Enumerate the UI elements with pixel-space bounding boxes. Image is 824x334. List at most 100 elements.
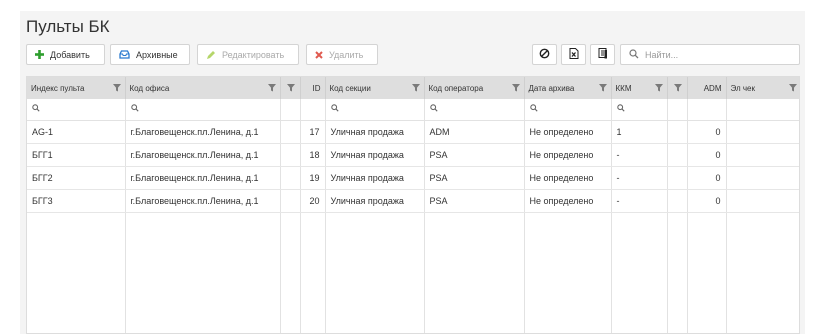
column-header[interactable]: Эл чек [726,77,799,99]
search-icon [32,104,40,114]
column-header[interactable]: Код офиса [125,77,281,99]
column-header-label: Код офиса [129,83,170,93]
column-header-label: Эл чек [730,83,756,93]
table-cell [667,120,688,144]
table-cell: 0 [687,143,727,167]
table-cell: Не определено [524,166,612,190]
table-cell: PSA [424,189,525,213]
table-cell: Не определено [524,189,612,213]
filter-row [27,99,799,121]
filter-icon[interactable] [286,84,295,94]
column-header-label: Код секции [329,83,371,93]
filter-icon[interactable] [267,84,276,94]
table-cell: г.Благовещенск.пл.Ленина, д.1 [125,120,281,144]
table-row[interactable]: AG-1 г.Благовещенск.пл.Ленина, д.1 17 Уличн… [27,120,799,144]
filter-icon[interactable] [112,84,121,94]
filter-cell[interactable] [27,99,126,121]
table-cell [667,143,688,167]
column-chooser-button[interactable] [590,44,615,65]
empty-cell [667,212,688,333]
column-header-label: Индекс пульта [31,83,85,93]
excel-icon [569,48,579,61]
filter-icon[interactable] [598,84,607,94]
table-row[interactable]: БГГ3 г.Благовещенск.пл.Ленина, д.1 20 Уличн… [27,189,799,213]
close-icon [315,50,323,59]
column-header[interactable]: Индекс пульта [27,77,126,99]
table-cell [667,189,688,213]
column-header[interactable]: Код секции [325,77,425,99]
search-box[interactable] [620,44,800,65]
consoles-table: Индекс пульта Код офиса ID Код секции Код оп… [27,77,799,333]
export-excel-button[interactable] [561,44,586,65]
column-header-label: ККМ [615,83,632,93]
header-row: Индекс пульта Код офиса ID Код секции Код оп… [27,77,799,99]
column-header[interactable]: ID [300,77,326,99]
filter-icon[interactable] [511,84,520,94]
clear-filter-button[interactable] [532,44,557,65]
filter-icon[interactable] [788,84,797,94]
column-header-label: Дата архива [528,83,575,93]
empty-cell [280,212,301,333]
filter-cell[interactable] [726,99,799,121]
table-cell [726,120,799,144]
table-cell [280,120,301,144]
plus-icon [35,50,44,59]
empty-cell [726,212,799,333]
column-header[interactable]: ADM [687,77,727,99]
edit-button[interactable]: Редактировать [197,44,299,65]
archive-button[interactable]: Архивные [110,44,190,65]
table-cell: PSA [424,166,525,190]
column-header[interactable] [280,77,301,99]
column-header-label: ADM [703,83,722,93]
search-input[interactable] [645,49,795,60]
filter-cell[interactable] [667,99,688,121]
table-cell: - [611,189,668,213]
column-header-label: ID [312,83,321,93]
empty-cell [125,212,281,333]
column-header[interactable]: Дата архива [524,77,612,99]
search-icon [616,104,625,114]
filter-icon[interactable] [654,84,663,94]
table-cell: - [611,166,668,190]
table-cell: PSA [424,143,525,167]
filter-icon[interactable] [673,84,682,94]
ban-icon [539,48,550,61]
filter-cell[interactable] [280,99,301,121]
table-cell: Не определено [524,143,612,167]
column-header[interactable]: Код оператора [424,77,525,99]
column-header[interactable] [667,77,688,99]
filter-cell[interactable] [125,99,281,121]
search-icon [529,104,538,114]
table-cell: 0 [687,120,727,144]
table-cell [726,166,799,190]
search-icon [629,48,639,61]
table-cell [667,166,688,190]
filter-cell[interactable] [325,99,425,121]
inbox-icon [119,50,130,59]
empty-area [27,212,799,333]
table-cell: Уличная продажа [325,143,425,167]
page-title: Пульты БК [26,17,110,36]
filter-cell[interactable] [300,99,326,121]
empty-cell [611,212,668,333]
filter-cell[interactable] [524,99,612,121]
empty-cell [687,212,727,333]
filter-cell[interactable] [424,99,525,121]
table-cell: БГГ3 [27,189,126,213]
filter-icon[interactable] [411,84,420,94]
table-cell: 17 [300,120,326,144]
pencil-icon [206,50,216,60]
table-cell: - [611,143,668,167]
add-button[interactable]: Добавить [26,44,105,65]
edit-button-label: Редактировать [222,49,285,60]
search-icon [429,104,438,114]
delete-button[interactable]: Удалить [306,44,378,65]
table-row[interactable]: БГГ1 г.Благовещенск.пл.Ленина, д.1 18 Уличн… [27,143,799,167]
filter-cell[interactable] [687,99,727,121]
delete-button-label: Удалить [329,49,364,60]
toolbar: Добавить Архивные Редактировать Удалить [26,44,800,66]
filter-cell[interactable] [611,99,668,121]
column-header[interactable]: ККМ [611,77,668,99]
table-row[interactable]: БГГ2 г.Благовещенск.пл.Ленина, д.1 19 Уличн… [27,166,799,190]
column-header-label: Код оператора [428,83,484,93]
